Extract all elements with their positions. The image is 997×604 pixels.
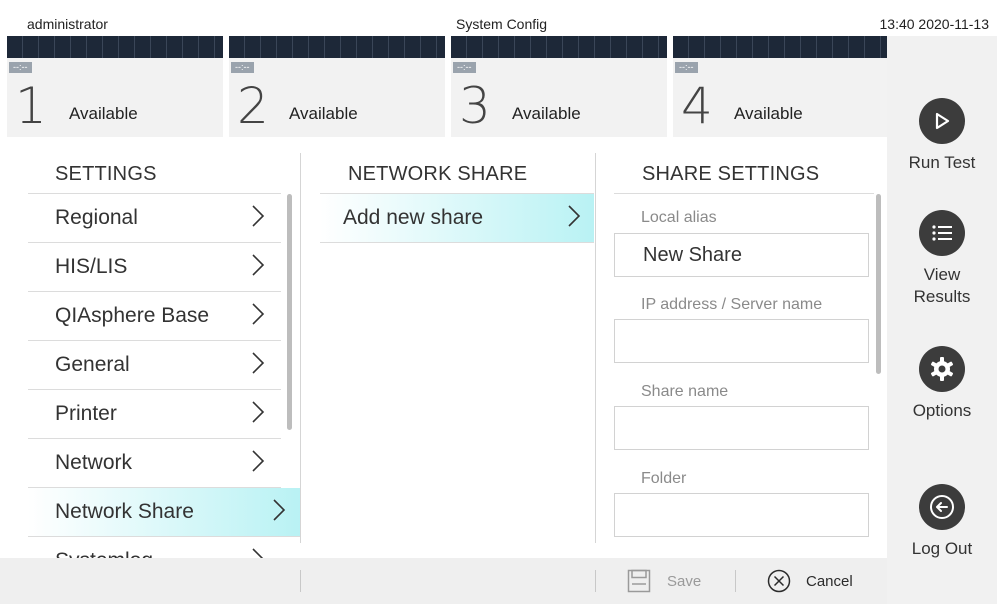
clock: 13:40 2020-11-13	[879, 16, 990, 32]
save-icon	[627, 569, 651, 593]
settings-item-label: Network	[55, 451, 133, 474]
gear-icon	[919, 346, 965, 392]
settings-item-network[interactable]: Network	[28, 439, 281, 488]
settings-scrollbar[interactable]	[287, 194, 292, 430]
module-timer: --:--	[231, 62, 254, 73]
module-tab-1[interactable]: --:-- 1 Available	[7, 36, 223, 137]
module-status: Available	[289, 104, 358, 123]
add-new-share-label: Add new share	[343, 206, 484, 229]
network-share-title: NETWORK SHARE	[348, 163, 528, 185]
cancel-button[interactable]: Cancel	[767, 566, 853, 596]
screen-title: System Config	[456, 16, 548, 32]
module-progress-bar	[673, 36, 889, 58]
play-icon	[919, 98, 965, 144]
module-timer: --:--	[453, 62, 476, 73]
status-bar: administrator System Config 13:40 2020-1…	[0, 0, 997, 36]
chevron-right-icon	[252, 205, 265, 227]
settings-item-qiasphere-base[interactable]: QIAsphere Base	[28, 292, 281, 341]
settings-item-label: QIAsphere Base	[55, 304, 210, 327]
settings-item-label: Regional	[55, 206, 138, 229]
view-results-label-line2: Results	[913, 287, 971, 306]
module-timer: --:--	[9, 62, 32, 73]
config-panels: SETTINGS Regional HIS/LIS QIAsphere Base…	[0, 137, 887, 558]
local-alias-field[interactable]: New Share	[614, 233, 869, 277]
save-button[interactable]: Save	[627, 566, 701, 596]
cancel-icon	[767, 569, 791, 593]
view-results-label-line1: View	[923, 265, 961, 284]
module-tab-4[interactable]: --:-- 4 Available	[673, 36, 889, 137]
chevron-right-icon	[252, 254, 265, 276]
share-settings-scrollbar[interactable]	[876, 194, 881, 374]
module-tab-3[interactable]: --:-- 3 Available	[451, 36, 667, 137]
add-new-share-item[interactable]: Add new share	[320, 194, 594, 243]
settings-item-regional[interactable]: Regional	[28, 194, 281, 243]
column-divider	[595, 153, 596, 543]
current-user: administrator	[27, 16, 108, 32]
settings-item-label: Network Share	[55, 500, 194, 523]
bottom-divider	[595, 570, 596, 592]
save-label: Save	[667, 572, 702, 590]
settings-item-label: Systemlog	[55, 549, 153, 558]
local-alias-label: Local alias	[641, 209, 717, 226]
share-settings-title-divider	[614, 193, 874, 194]
logout-icon	[919, 484, 965, 530]
options-button[interactable]: Options	[887, 346, 997, 422]
options-label: Options	[912, 401, 972, 420]
chevron-right-icon	[273, 499, 286, 521]
run-test-button[interactable]: Run Test	[887, 98, 997, 174]
module-number: 4	[681, 77, 713, 135]
column-divider	[300, 153, 301, 543]
settings-item-general[interactable]: General	[28, 341, 281, 390]
chevron-right-icon	[252, 548, 264, 558]
chevron-right-icon	[252, 401, 265, 423]
folder-label: Folder	[641, 470, 687, 487]
module-number: 1	[15, 77, 47, 135]
settings-title: SETTINGS	[55, 163, 157, 185]
module-tabs: --:-- 1 Available --:-- 2 Available --:-…	[7, 36, 889, 137]
module-number: 2	[237, 77, 269, 135]
log-out-label: Log Out	[911, 539, 973, 558]
module-status: Available	[512, 104, 581, 123]
folder-field[interactable]	[614, 493, 869, 537]
settings-item-network-share[interactable]: Network Share	[28, 488, 300, 537]
share-name-label: Share name	[641, 383, 729, 400]
module-status: Available	[734, 104, 803, 123]
settings-item-systemlog[interactable]: Systemlog	[28, 537, 281, 558]
settings-item-printer[interactable]: Printer	[28, 390, 281, 439]
view-results-button[interactable]: View Results	[887, 210, 997, 308]
bottom-divider	[735, 570, 736, 592]
settings-item-label: HIS/LIS	[55, 255, 128, 278]
module-progress-bar	[451, 36, 667, 58]
list-icon	[919, 210, 965, 256]
log-out-button[interactable]: Log Out	[887, 484, 997, 560]
bottom-divider	[300, 570, 301, 592]
server-name-label: IP address / Server name	[641, 296, 823, 313]
module-status: Available	[69, 104, 138, 123]
settings-item-label: General	[55, 353, 130, 376]
settings-item-label: Printer	[55, 402, 117, 425]
view-results-label: View Results	[887, 264, 997, 308]
module-progress-bar	[7, 36, 223, 58]
chevron-right-icon	[252, 450, 265, 472]
module-tab-2[interactable]: --:-- 2 Available	[229, 36, 445, 137]
run-test-label: Run Test	[908, 153, 976, 172]
settings-item-his-lis[interactable]: HIS/LIS	[28, 243, 281, 292]
main-sidebar: Run Test View Results Options Log Out	[887, 36, 997, 604]
module-progress-bar	[229, 36, 445, 58]
share-name-field[interactable]	[614, 406, 869, 450]
cancel-label: Cancel	[806, 572, 853, 590]
bottom-action-bar: Save Cancel	[0, 558, 887, 604]
module-timer: --:--	[675, 62, 698, 73]
server-name-field[interactable]	[614, 319, 869, 363]
chevron-right-icon	[568, 205, 581, 227]
module-number: 3	[459, 77, 491, 135]
chevron-right-icon	[252, 352, 265, 374]
chevron-right-icon	[252, 303, 265, 325]
share-settings-title: SHARE SETTINGS	[642, 163, 820, 185]
